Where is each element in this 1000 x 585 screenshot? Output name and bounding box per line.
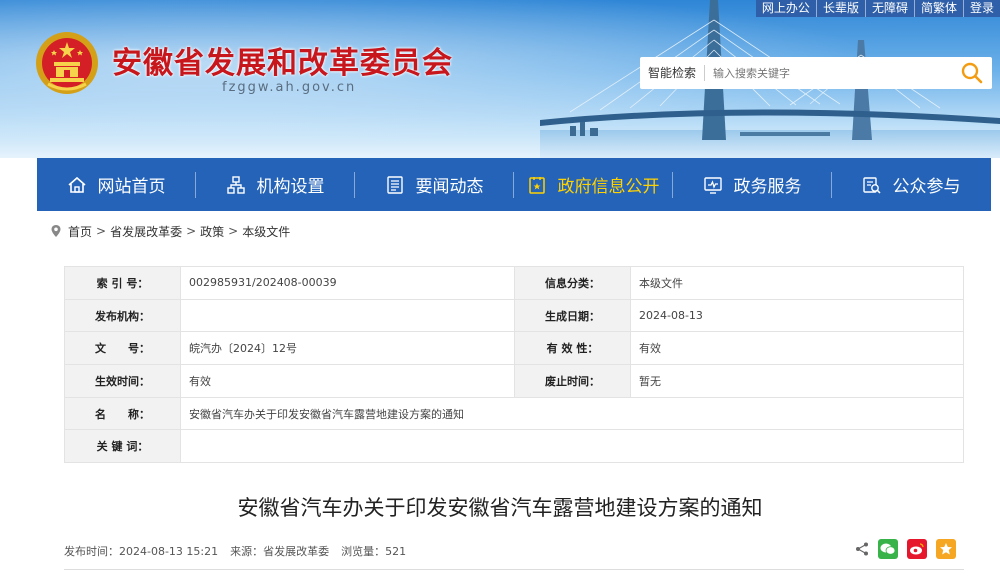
name-label: 名 称：: [64, 396, 181, 431]
top-link-elder-mode[interactable]: 长辈版: [815, 0, 865, 17]
news-icon: [385, 174, 407, 196]
validity-value: 有效: [630, 331, 964, 366]
date-label: 生成日期：: [514, 298, 631, 333]
issuer-value: [180, 298, 515, 333]
weibo-share-icon[interactable]: [907, 539, 927, 559]
nav-label: 网站首页: [97, 177, 166, 197]
nav-label: 要闻动态: [415, 177, 484, 197]
nav-item-services[interactable]: 政务服务: [673, 158, 831, 211]
top-link-simplified-traditional[interactable]: 简繁体: [913, 0, 963, 17]
search-label[interactable]: 智能检索: [640, 65, 706, 81]
gov-info-icon: [527, 174, 549, 196]
article-meta: 发布时间：2024-08-13 15:21 来源：省发展改革委 浏览量：521: [64, 543, 406, 559]
publish-time: 发布时间：2024-08-13 15:21: [64, 545, 219, 558]
docno-label: 文 号：: [64, 331, 181, 366]
meta-divider: [64, 569, 964, 570]
index-label: 索 引 号：: [64, 266, 181, 300]
effective-label: 生效时间：: [64, 364, 181, 398]
table-row: 文 号： 皖汽办〔2024〕12号 有 效 性： 有效: [64, 331, 964, 366]
table-row: 名 称： 安徽省汽车办关于印发安徽省汽车露营地建设方案的通知: [64, 396, 964, 431]
search-icon[interactable]: [960, 61, 984, 85]
home-icon: [67, 174, 89, 196]
breadcrumb-separator: >: [186, 224, 197, 238]
top-link-login[interactable]: 登录: [962, 0, 1000, 17]
nav-item-organization[interactable]: 机构设置: [196, 158, 354, 211]
breadcrumb-policy[interactable]: 政策: [200, 223, 224, 240]
effective-value: 有效: [180, 364, 515, 398]
table-row: 生效时间： 有效 废止时间： 暂无: [64, 364, 964, 398]
category-label: 信息分类：: [514, 266, 631, 300]
breadcrumb-separator: >: [228, 224, 239, 238]
favorite-star-icon[interactable]: [936, 539, 956, 559]
nav-item-news[interactable]: 要闻动态: [355, 158, 513, 211]
breadcrumb-commission[interactable]: 省发展改革委: [110, 223, 182, 240]
category-value: 本级文件: [630, 266, 964, 300]
top-link-online-office[interactable]: 网上办公: [756, 0, 816, 17]
issuer-label: 发布机构：: [64, 298, 181, 333]
top-utility-links: 网上办公 长辈版 无障碍 简繁体 登录: [755, 0, 1000, 17]
nav-label: 政府信息公开: [557, 177, 660, 197]
national-emblem-icon: [36, 32, 98, 94]
breadcrumb-separator: >: [96, 224, 107, 238]
docno-value: 皖汽办〔2024〕12号: [180, 331, 515, 366]
nav-label: 政务服务: [733, 177, 802, 197]
breadcrumb-local-documents[interactable]: 本级文件: [242, 223, 290, 240]
index-value: 002985931/202408-00039: [180, 266, 515, 300]
share-icon[interactable]: [855, 542, 869, 556]
date-value: 2024-08-13: [630, 298, 964, 333]
search-box: 智能检索: [640, 57, 992, 89]
table-row: 发布机构： 生成日期： 2024-08-13: [64, 298, 964, 333]
service-icon: [703, 174, 725, 196]
org-chart-icon: [226, 174, 248, 196]
search-input[interactable]: [705, 58, 956, 88]
site-header: 网上办公 长辈版 无障碍 简繁体 登录 安徽省发展和改革委员会 fzggw.ah…: [0, 0, 1000, 158]
nav-item-gov-info[interactable]: 政府信息公开: [514, 158, 672, 211]
breadcrumb: 首页 > 省发展改革委 > 政策 > 本级文件: [50, 222, 290, 240]
site-title[interactable]: 安徽省发展和改革委员会: [112, 38, 453, 82]
top-link-accessibility[interactable]: 无障碍: [864, 0, 914, 17]
article-title: 安徽省汽车办关于印发安徽省汽车露营地建设方案的通知: [237, 496, 763, 520]
nav-item-home[interactable]: 网站首页: [37, 158, 195, 211]
keywords-label: 关 键 词：: [64, 429, 181, 464]
wechat-share-icon[interactable]: [878, 539, 898, 559]
share-bar: [855, 539, 956, 559]
main-nav: 网站首页 机构设置 要闻动态 政府信息公开 政务服务 公众参与: [37, 158, 991, 211]
nav-label: 机构设置: [256, 177, 325, 197]
nav-item-participation[interactable]: 公众参与: [832, 158, 990, 211]
document-info-table: 索 引 号： 002985931/202408-00039 信息分类： 本级文件…: [64, 266, 964, 464]
table-row: 索 引 号： 002985931/202408-00039 信息分类： 本级文件: [64, 266, 964, 300]
validity-label: 有 效 性：: [514, 331, 631, 366]
expire-label: 废止时间：: [514, 364, 631, 398]
view-count: 浏览量：521: [341, 545, 407, 558]
breadcrumb-home[interactable]: 首页: [68, 223, 92, 240]
expire-value: 暂无: [630, 364, 964, 398]
article-source: 来源：省发展改革委: [230, 545, 330, 558]
nav-label: 公众参与: [892, 177, 961, 197]
table-row: 关 键 词：: [64, 429, 964, 464]
location-pin-icon: [51, 225, 61, 237]
site-domain: fzggw.ah.gov.cn: [222, 80, 357, 95]
participation-icon: [862, 174, 884, 196]
keywords-value: [180, 429, 964, 464]
name-value: 安徽省汽车办关于印发安徽省汽车露营地建设方案的通知: [180, 396, 964, 431]
